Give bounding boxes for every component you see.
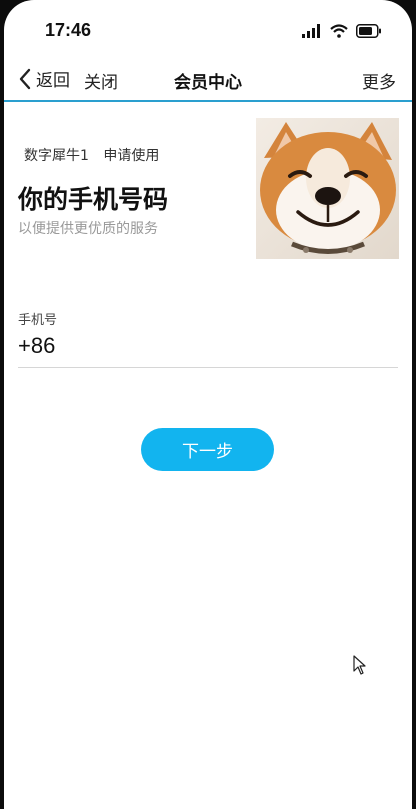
phone-input[interactable] <box>70 333 394 363</box>
close-button[interactable]: 关闭 <box>84 68 118 93</box>
country-code[interactable]: +86 <box>18 333 55 359</box>
more-button[interactable]: 更多 <box>362 68 396 93</box>
request-text: 申请使用 <box>103 148 160 164</box>
status-icons <box>302 24 382 38</box>
headline: 你的手机号码 <box>18 185 169 214</box>
back-button[interactable]: 返回 <box>18 66 70 91</box>
dog-illustration <box>256 118 399 259</box>
back-label: 返回 <box>36 71 70 91</box>
subheadline: 以便提供更优质的服务 <box>18 221 158 237</box>
battery-icon <box>356 24 381 38</box>
phone-field-underline <box>18 367 398 368</box>
phone-screen: 17:46 返回 关闭 会员中心 更多 数字犀牛1 申请使用 你的手机号码 以便… <box>4 0 412 809</box>
app-avatar-image <box>256 118 399 259</box>
app-name: 数字犀牛1 <box>24 148 89 164</box>
status-time: 17:46 <box>45 20 92 40</box>
chevron-left-icon <box>19 68 31 89</box>
signal-icon <box>302 24 320 38</box>
status-bar: 17:46 <box>4 0 412 58</box>
phone-field-label: 手机号 <box>18 313 58 328</box>
app-request-line: 数字犀牛1 申请使用 <box>24 145 159 165</box>
next-button[interactable]: 下一步 <box>141 428 274 471</box>
wifi-icon <box>330 24 348 38</box>
mouse-cursor-icon <box>353 655 366 675</box>
nav-bar: 返回 关闭 会员中心 更多 <box>4 58 412 102</box>
